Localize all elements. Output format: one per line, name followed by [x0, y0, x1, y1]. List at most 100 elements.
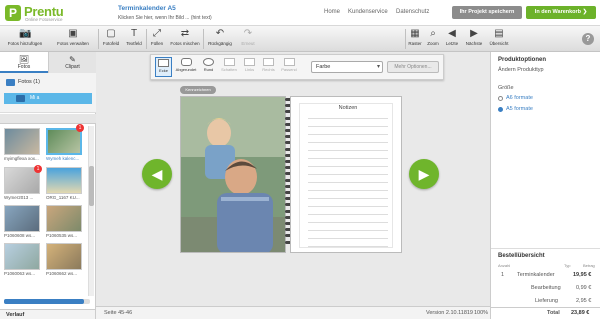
project-title[interactable]: Terminkalender A5	[118, 5, 176, 12]
photo-thumbnail[interactable]	[46, 243, 82, 270]
align-right-button[interactable]: Rechts	[260, 57, 277, 77]
redo-button[interactable]: ↷ Erneut	[237, 26, 259, 51]
frame-corner-button[interactable]: Ecke	[155, 57, 172, 77]
more-options-button[interactable]: Mehr Optionen...	[387, 61, 439, 73]
undo-button[interactable]: ↶ Rückgängig	[204, 26, 236, 51]
grid-button[interactable]: ▦ Raster	[406, 26, 424, 51]
note-line	[308, 230, 388, 231]
align-left-button[interactable]: Links	[241, 57, 258, 77]
photo-caption: P1060662 ws...	[46, 271, 78, 276]
help-icon[interactable]: ?	[582, 33, 594, 45]
history-bar[interactable]: Verlauf	[0, 309, 95, 319]
note-line	[308, 198, 388, 199]
version-label: Version 2.10.11819	[426, 310, 473, 316]
previous-page-arrow-icon[interactable]: ◀	[142, 159, 172, 189]
photo-thumbnail[interactable]	[4, 243, 40, 270]
frame-rounded-button[interactable]: Abgerundet	[174, 57, 198, 77]
shadow-label: Schatten	[221, 67, 237, 72]
brand-tagline: Online Fotoservice	[25, 17, 63, 22]
photo-caption: Wymer2013 ...	[4, 195, 34, 200]
size-option-a6[interactable]: A6 formate	[506, 95, 533, 101]
color-select[interactable]: Farbe ▾	[311, 61, 383, 73]
subfolder-row[interactable]: Mi a	[4, 93, 92, 104]
fill-icon: ⤢	[153, 28, 161, 39]
add-to-cart-button[interactable]: In den Warenkorb ❯	[526, 6, 596, 19]
note-line	[308, 126, 388, 127]
overview-icon: ▤	[494, 28, 504, 39]
next-page-arrow-icon[interactable]: ▶	[409, 159, 439, 189]
text-field-button[interactable]: T Textfeld	[123, 26, 145, 51]
order-header-qty: Anzahl	[498, 263, 511, 268]
notes-box	[299, 103, 393, 248]
order-header-type: Typ	[564, 263, 571, 268]
next-icon: ▶	[470, 28, 478, 39]
change-product-type-link[interactable]: Ändern Produkttyp	[498, 67, 544, 73]
size-option-a5[interactable]: A5 formate	[506, 106, 533, 112]
frame-round-button[interactable]: Rund	[200, 57, 217, 77]
manage-photos-label: Fotos verwalten	[57, 41, 89, 46]
photo-thumbnail[interactable]	[46, 167, 82, 194]
shuffle-photos-button[interactable]: ⇄ Fotos mischen	[168, 26, 202, 51]
add-photos-label: Fotos hinzufügen	[7, 41, 43, 46]
shadow-button[interactable]: Schatten	[219, 57, 239, 77]
order-row-qty: 1	[501, 272, 505, 278]
next-page-button[interactable]: ▶ Nächste	[463, 26, 485, 51]
fit-icon	[283, 58, 295, 66]
zoom-button[interactable]: ⌕ Zoom	[425, 26, 441, 51]
photo-thumbnail[interactable]	[4, 128, 40, 155]
usage-badge: 1	[76, 124, 84, 132]
horizontal-scrollbar-thumb[interactable]	[4, 299, 84, 304]
link-home[interactable]: Home	[324, 9, 340, 15]
page-indicator: Seite 45-46	[104, 310, 133, 316]
photo-thumbnail-selected[interactable]	[46, 128, 82, 155]
folder-fotos[interactable]: Fotos (1)	[18, 79, 40, 85]
add-photos-button[interactable]: 📷 Fotos hinzufügen	[2, 26, 48, 51]
overview-label: Übersicht	[489, 41, 509, 46]
photo-thumbnail[interactable]	[46, 205, 82, 232]
corner-frame-icon	[158, 59, 169, 67]
toolbar-divider	[98, 29, 99, 49]
scrollbar-thumb[interactable]	[89, 166, 94, 206]
photo-thumbnail[interactable]	[4, 205, 40, 232]
app-header: P Prentu Online Fotoservice Terminkalend…	[0, 0, 600, 26]
fill-button[interactable]: ⤢ Füllen	[147, 26, 167, 51]
order-row-price: 0,99 €	[576, 285, 592, 291]
note-line	[308, 182, 388, 183]
overview-button[interactable]: ▤ Übersicht	[486, 26, 512, 51]
left-page-photo[interactable]	[180, 96, 286, 253]
note-line	[308, 166, 388, 167]
rounded-frame-icon	[180, 58, 192, 66]
order-header-amount: Betrag	[583, 263, 595, 268]
text-field-label: Textfeld	[126, 41, 142, 46]
order-row-price: 19,95 €	[573, 272, 592, 278]
size-radio-a5[interactable]	[498, 107, 503, 112]
tab-clipart[interactable]: ✎ Clipart	[48, 52, 96, 73]
photo-list-scrollbar[interactable]	[88, 126, 94, 296]
fill-label: Füllen	[150, 41, 164, 46]
next-page-label: Nächste	[465, 41, 483, 46]
tab-fotos[interactable]: 🖼 Fotos	[0, 52, 48, 73]
editor-canvas: Ecke Abgerundet Rund Schatten Links Rech…	[96, 52, 490, 306]
add-to-cart-label: In den Warenkorb	[534, 9, 582, 15]
horizontal-scrollbar[interactable]	[4, 299, 90, 304]
fit-button[interactable]: Passend	[279, 57, 299, 77]
save-project-button[interactable]: Ihr Projekt speichern	[452, 6, 522, 19]
size-radio-a6[interactable]	[498, 96, 503, 101]
layout-label[interactable]: Kennzeichnen	[180, 86, 216, 94]
photo-caption: P1060063 ws...	[4, 271, 36, 276]
shuffle-icon: ⇄	[180, 28, 190, 39]
photos-icon: ▣	[68, 28, 78, 39]
folder-tree: Fotos (1) Mi a	[0, 73, 96, 113]
photo-caption: P1060608 ws...	[4, 233, 36, 238]
photo-field-button[interactable]: ▢ Fotofeld	[100, 26, 122, 51]
camera-icon: 📷	[19, 28, 32, 39]
link-datenschutz[interactable]: Datenschutz	[396, 9, 429, 15]
manage-photos-button[interactable]: ▣ Fotos verwalten	[50, 26, 96, 51]
last-page-button[interactable]: ◀ Letzte	[442, 26, 462, 51]
history-label: Verlauf	[6, 312, 25, 318]
subfolder-label: Mi a	[30, 95, 40, 101]
fit-label: Passend	[281, 67, 297, 72]
link-kundenservice[interactable]: Kundenservice	[348, 9, 388, 15]
align-left-label: Links	[244, 67, 255, 72]
undo-icon: ↶	[215, 28, 225, 39]
